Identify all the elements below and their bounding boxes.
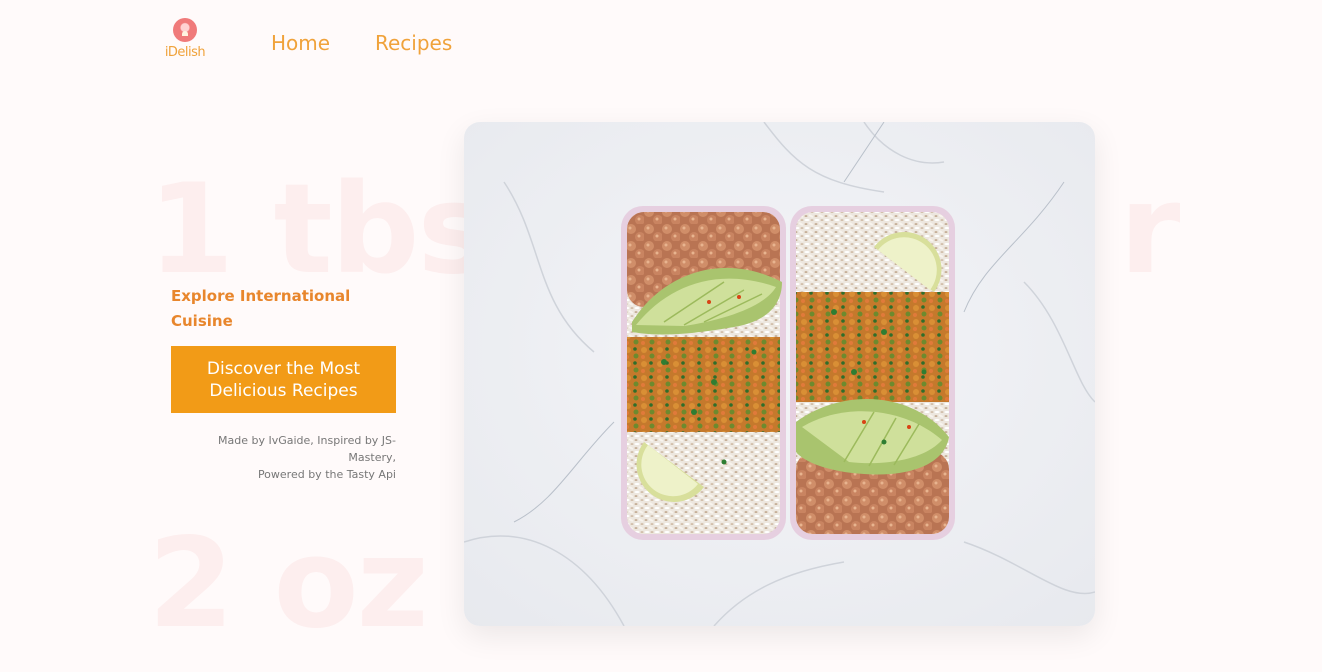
top-nav: iDelish Home Recipes <box>0 0 1322 90</box>
credits-text: Made by IvGaide, Inspired by JS-Mastery,… <box>171 432 396 483</box>
watermark-text-1-end: r <box>1119 158 1180 302</box>
credits-line-2: Powered by the Tasty Api <box>257 468 396 481</box>
donut-icon <box>173 18 197 42</box>
hero-tagline: Explore International Cuisine <box>171 287 351 330</box>
credits-line-1: Made by IvGaide, Inspired by JS-Mastery, <box>218 434 396 464</box>
hero-image <box>464 122 1095 626</box>
discover-recipes-button[interactable]: Discover the Most Delicious Recipes <box>171 346 396 413</box>
brand-logo[interactable]: iDelish <box>160 18 210 66</box>
landing-page: 1 tbs r 2 oz iDelish Home Recipes Explore… <box>0 0 1322 672</box>
discover-recipes-button-label: Discover the Most Delicious Recipes <box>206 358 361 401</box>
watermark-text-2: 2 oz <box>148 512 429 656</box>
background-watermark-bottom: 2 oz <box>148 522 429 646</box>
nav-link-recipes[interactable]: Recipes <box>375 31 452 55</box>
nav-link-home[interactable]: Home <box>271 31 330 55</box>
watermark-text-1: 1 tbs <box>148 158 491 302</box>
brand-name: iDelish <box>164 45 206 60</box>
meal-prep-illustration <box>464 122 1095 626</box>
